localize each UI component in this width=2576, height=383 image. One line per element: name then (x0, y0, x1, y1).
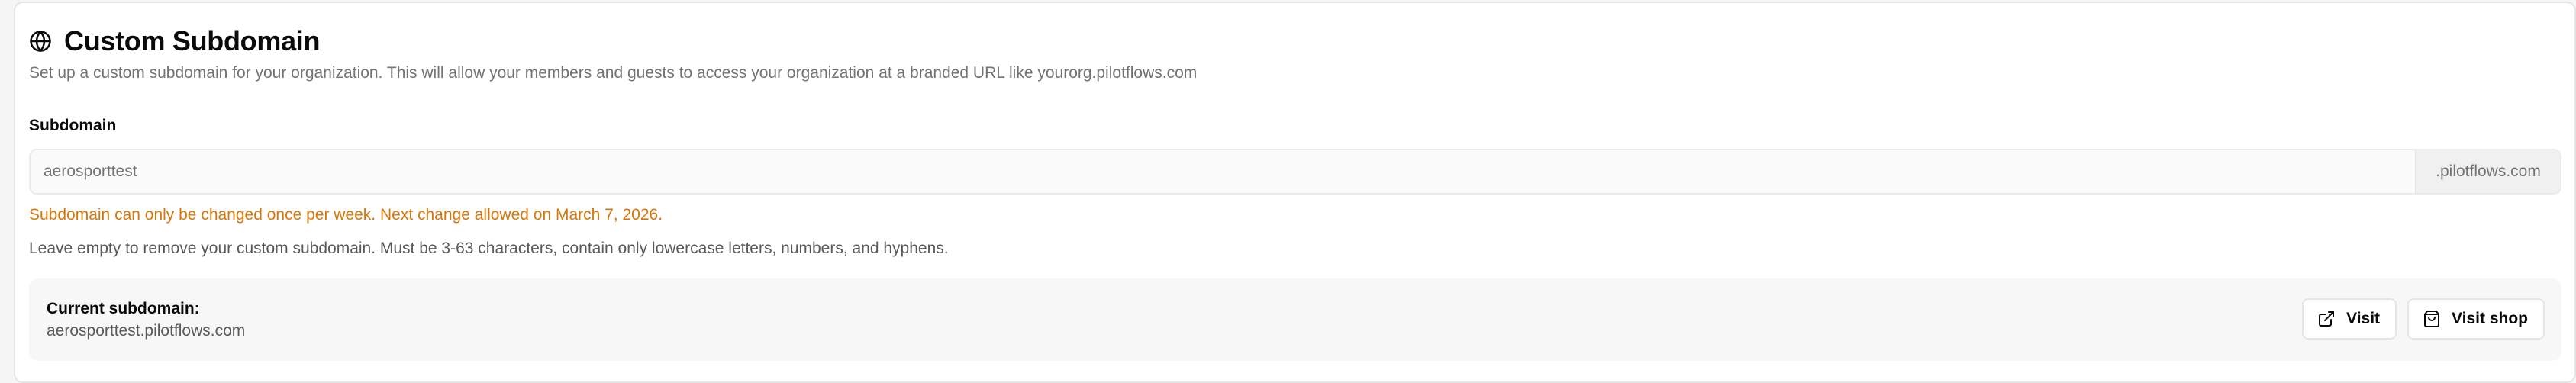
current-subdomain-panel: Current subdomain: aerosporttest.pilotfl… (29, 278, 2561, 361)
globe-icon (30, 31, 51, 52)
domain-suffix: .pilotflows.com (2415, 150, 2560, 193)
external-link-icon (2319, 311, 2335, 327)
shopping-bag-icon (2424, 311, 2440, 327)
section-title: Custom Subdomain (64, 25, 321, 56)
change-limit-warning: Subdomain can only be changed once per w… (29, 206, 663, 224)
visit-shop-button-label: Visit shop (2452, 310, 2528, 327)
visit-button-label: Visit (2346, 310, 2381, 327)
section-description: Set up a custom subdomain for your organ… (29, 64, 1198, 82)
subdomain-label: Subdomain (29, 117, 117, 134)
current-subdomain-value: aerosporttest.pilotflows.com (47, 322, 246, 340)
visit-shop-button[interactable]: Visit shop (2407, 298, 2545, 340)
section-header: Custom Subdomain (29, 23, 321, 60)
current-subdomain-label: Current subdomain: (47, 300, 200, 317)
subdomain-help-text: Leave empty to remove your custom subdom… (29, 240, 949, 257)
visit-button[interactable]: Visit (2302, 298, 2397, 340)
subdomain-input[interactable] (31, 150, 2415, 193)
subdomain-input-group: .pilotflows.com (29, 149, 2561, 195)
current-subdomain-actions: Visit Visit shop (2302, 298, 2545, 340)
